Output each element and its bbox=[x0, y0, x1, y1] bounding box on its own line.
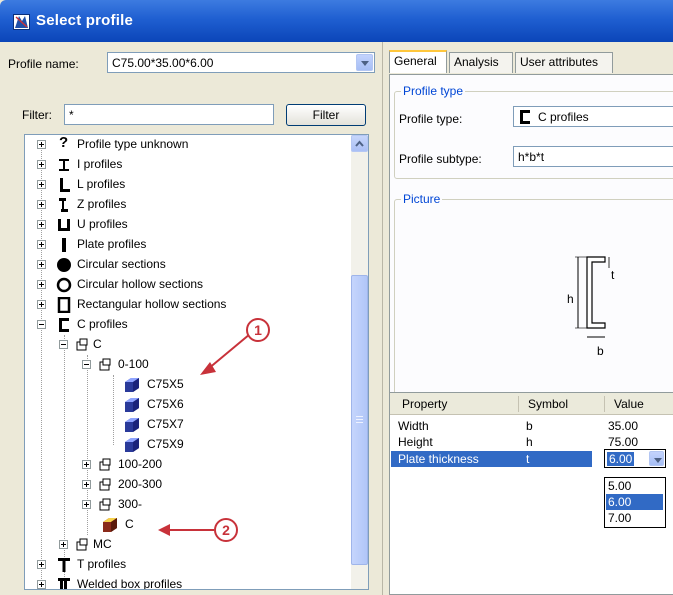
picture-group: Picture h b t bbox=[394, 192, 673, 409]
app-icon bbox=[13, 14, 30, 30]
picture-title: Picture bbox=[401, 192, 443, 206]
left-pane: Profile name: C75.00*35.00*6.00 Filter: … bbox=[0, 42, 382, 595]
select-profile-dialog: Select profile Profile name: C75.00*35.0… bbox=[0, 0, 673, 595]
profile-type-value: C profiles bbox=[538, 110, 589, 124]
general-panel: Profile type Profile type: C profiles Pr… bbox=[389, 74, 673, 419]
tab-analysis[interactable]: Analysis bbox=[449, 52, 513, 73]
profile-type-group: Profile type Profile type: C profiles Pr… bbox=[394, 84, 673, 179]
thickness-options[interactable]: 5.00 6.00 7.00 bbox=[604, 477, 666, 528]
profile-type-title: Profile type bbox=[401, 84, 466, 98]
chevron-down-icon[interactable] bbox=[649, 451, 664, 466]
profile-type-label: Profile type: bbox=[399, 112, 463, 126]
right-pane: General Analysis User attributes Profile… bbox=[382, 42, 673, 595]
option-6[interactable]: 6.00 bbox=[606, 494, 663, 510]
grid-row-plate-thickness[interactable]: Plate thickness t bbox=[391, 451, 592, 467]
callout-1: 1 bbox=[246, 318, 270, 342]
thickness-select[interactable]: 6.00 bbox=[604, 449, 666, 468]
dim-t-label: t bbox=[611, 268, 615, 282]
profile-subtype-field: h*b*t bbox=[513, 146, 673, 167]
grid-header: Property Symbol Value bbox=[390, 393, 673, 415]
header-value: Value bbox=[614, 397, 644, 411]
callout-2: 2 bbox=[214, 518, 238, 542]
tab-general[interactable]: General bbox=[389, 50, 447, 73]
callout-arrows bbox=[158, 333, 251, 536]
header-symbol: Symbol bbox=[528, 397, 569, 411]
profile-type-field: C profiles bbox=[513, 106, 673, 127]
header-property: Property bbox=[402, 397, 448, 411]
property-grid[interactable]: Property Symbol Value Width b 35.00 Heig… bbox=[389, 392, 673, 595]
option-7[interactable]: 7.00 bbox=[606, 510, 663, 526]
dim-b-label: b bbox=[597, 344, 604, 358]
title-bar[interactable]: Select profile bbox=[0, 0, 673, 42]
option-5[interactable]: 5.00 bbox=[606, 478, 663, 494]
window-title: Select profile bbox=[36, 12, 133, 29]
profile-subtype-value: h*b*t bbox=[518, 150, 545, 164]
tab-user-attributes[interactable]: User attributes bbox=[515, 52, 613, 73]
c-profile-icon bbox=[520, 110, 530, 124]
thickness-select-value: 6.00 bbox=[607, 452, 635, 466]
c-section-diagram bbox=[575, 256, 610, 338]
profile-subtype-label: Profile subtype: bbox=[399, 152, 482, 166]
dim-h-label: h bbox=[567, 292, 574, 306]
